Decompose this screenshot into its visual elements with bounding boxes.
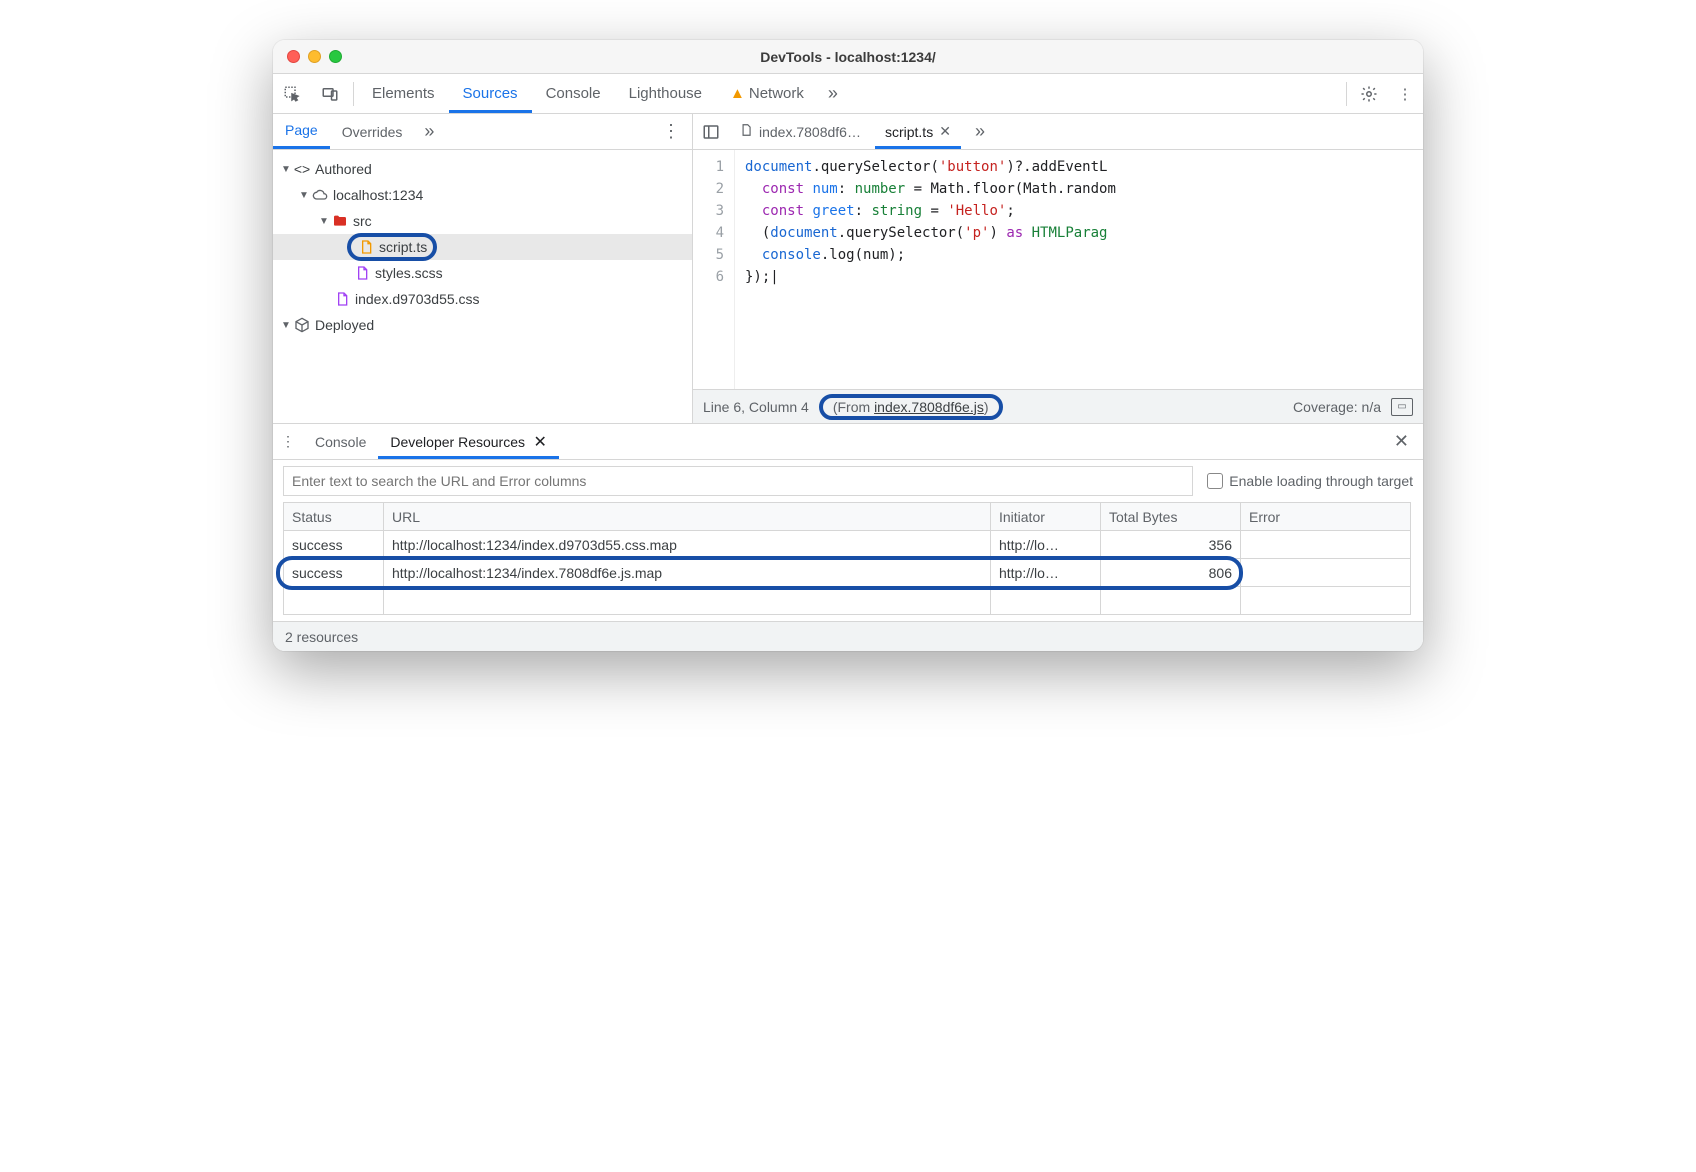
coverage-status: Coverage: n/a [1293,399,1381,415]
resources-footer: 2 resources [273,621,1423,651]
source-map-origin[interactable]: (From index.7808df6e.js) [819,394,1003,420]
kebab-menu-icon[interactable]: ⋮ [1387,85,1423,103]
tab-lighthouse[interactable]: Lighthouse [615,74,716,113]
resources-search-input[interactable] [283,466,1193,496]
titlebar: DevTools - localhost:1234/ [273,40,1423,74]
tree-file-index-css[interactable]: index.d9703d55.css [273,286,692,312]
file-tab-script-ts[interactable]: script.ts ✕ [875,114,961,149]
table-row [284,587,1413,615]
inspect-element-icon[interactable] [273,85,311,103]
enable-loading-checkbox[interactable]: Enable loading through target [1207,473,1413,489]
col-error[interactable]: Error [1240,503,1410,531]
tab-elements[interactable]: Elements [358,74,449,113]
main-toolbar: Elements Sources Console Lighthouse ▲ Ne… [273,74,1423,114]
col-url[interactable]: URL [384,503,991,531]
col-status[interactable]: Status [284,503,384,531]
file-icon [357,238,375,256]
drawer: ⋮ Console Developer Resources ✕ ✕ Enable… [273,424,1423,651]
angle-brackets-icon: <> [293,160,311,178]
tab-sources[interactable]: Sources [449,74,532,113]
window-title: DevTools - localhost:1234/ [273,49,1423,65]
file-icon [353,264,371,282]
file-tab-more[interactable]: » [969,121,991,142]
close-drawer-tab-icon[interactable]: ✕ [529,432,547,452]
cloud-icon [311,186,329,204]
toggle-navigator-icon[interactable] [697,123,725,141]
folder-icon [331,212,349,230]
resources-table: Status URL Initiator Total Bytes Error s… [283,502,1413,615]
file-icon [739,123,753,140]
file-tab-index-js[interactable]: index.7808df6… [729,114,871,149]
tree-folder-src[interactable]: ▼ src [273,208,692,234]
editor-statusbar: Line 6, Column 4 (From index.7808df6e.js… [693,389,1423,423]
device-toolbar-icon[interactable] [311,85,349,103]
tree-authored[interactable]: ▼ <> Authored [273,156,692,182]
warning-icon: ▲ [730,85,745,102]
close-tab-icon[interactable]: ✕ [939,123,951,140]
tree-file-styles-scss[interactable]: styles.scss [273,260,692,286]
show-drawer-icon[interactable]: ▭ [1391,398,1413,416]
tab-network[interactable]: ▲ Network [716,74,818,113]
code-editor: index.7808df6… script.ts ✕ » 123456 docu… [693,114,1423,423]
sidetab-more[interactable]: » [418,121,440,142]
sidetab-menu-icon[interactable]: ⋮ [650,121,692,142]
tree-deployed[interactable]: ▼ Deployed [273,312,692,338]
more-tabs-button[interactable]: » [822,83,844,104]
settings-icon[interactable] [1351,85,1387,103]
code-body[interactable]: document.querySelector('button')?.addEve… [735,150,1116,389]
close-drawer-icon[interactable]: ✕ [1380,431,1423,452]
file-tree: ▼ <> Authored ▼ localhost:1234 ▼ src [273,150,692,423]
sidetab-page[interactable]: Page [273,114,330,149]
tree-host[interactable]: ▼ localhost:1234 [273,182,692,208]
sources-navigator: Page Overrides » ⋮ ▼ <> Authored ▼ local… [273,114,693,423]
cube-icon [293,316,311,334]
col-initiator[interactable]: Initiator [990,503,1100,531]
line-gutter: 123456 [693,150,735,389]
tab-console[interactable]: Console [532,74,615,113]
tab-network-label: Network [749,85,804,102]
checkbox-icon [1207,473,1223,489]
cursor-position: Line 6, Column 4 [703,399,809,415]
drawer-menu-icon[interactable]: ⋮ [273,433,303,450]
tree-file-script-ts[interactable]: script.ts [273,234,692,260]
file-icon [333,290,351,308]
table-row[interactable]: success http://localhost:1234/index.d970… [284,531,1413,559]
sidetab-overrides[interactable]: Overrides [330,114,415,149]
drawer-tab-console[interactable]: Console [303,424,378,459]
drawer-tab-dev-resources[interactable]: Developer Resources ✕ [378,424,558,459]
col-total-bytes[interactable]: Total Bytes [1100,503,1240,531]
table-row[interactable]: success http://localhost:1234/index.7808… [284,559,1413,587]
devtools-window: DevTools - localhost:1234/ Elements Sour… [273,40,1423,651]
